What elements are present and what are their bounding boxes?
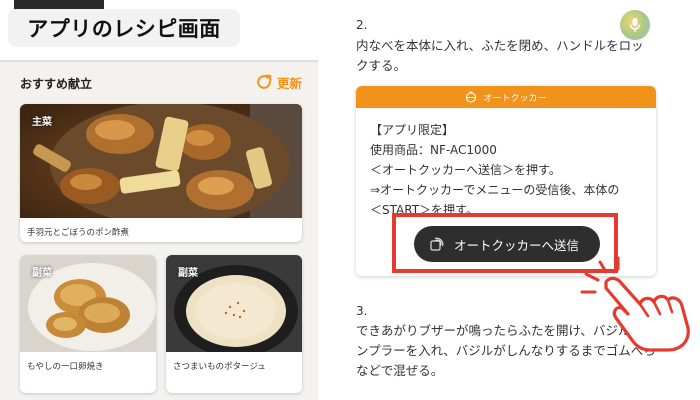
step-number: 3. — [356, 304, 368, 318]
autocooker-header-label: オートクッカー — [483, 93, 547, 104]
dish-photo — [20, 104, 302, 218]
microphone-icon — [629, 18, 641, 32]
section-title: おすすめ献立 — [20, 77, 93, 91]
wireless-send-icon — [430, 237, 444, 251]
dish-name: もやしの一口卵焼き — [27, 362, 104, 372]
refresh-button[interactable]: 更新 — [254, 72, 302, 92]
send-to-autocooker-button[interactable]: オートクッカーへ送信 — [414, 226, 600, 262]
dish-category-tag: 副菜 — [32, 268, 52, 279]
instruction-line: ⇒オートクッカーでメニューの受信後、本体の — [370, 183, 620, 197]
refresh-icon — [257, 74, 272, 89]
recipe-card[interactable]: 副菜 さつまいものポタージュ — [166, 255, 302, 393]
dish-name: 手羽元とごぼうのポン酢煮 — [27, 228, 130, 238]
recommended-menu-header: おすすめ献立 更新 — [0, 68, 318, 98]
tapping-hand-icon — [580, 256, 690, 352]
dish-category-tag: 主菜 — [32, 117, 52, 128]
instruction-line: ＜オートクッカーへ送信＞を押す。 — [370, 163, 561, 177]
divider — [0, 60, 318, 62]
pot-icon — [466, 91, 477, 103]
instruction-line: 使用商品：NF-AC1000 — [370, 143, 497, 157]
step-number: 2. — [356, 18, 368, 32]
autocooker-instructions: 【アプリ限定】 使用商品：NF-AC1000 ＜オートクッカーへ送信＞を押す。 … — [370, 120, 650, 220]
send-button-label: オートクッカーへ送信 — [454, 237, 580, 253]
instruction-line: 【アプリ限定】 — [370, 123, 455, 137]
dish-category-tag: 副菜 — [178, 268, 198, 279]
recipe-steps-panel: 2. 内なべを本体に入れ、ふたを閉め、ハンドルをロックする。 オートクッカー 【… — [318, 0, 700, 400]
autocooker-header: オートクッカー — [356, 86, 656, 108]
recipe-card[interactable]: 主菜 手羽元とごぼうのポン酢煮 — [20, 104, 302, 242]
dish-name: さつまいものポタージュ — [173, 362, 266, 372]
app-recipe-screen: アプリのレシピ画面 おすすめ献立 更新 主菜 手羽元とごぼうのポン酢煮 副菜 も… — [0, 0, 318, 400]
refresh-label: 更新 — [276, 75, 302, 91]
recipe-card[interactable]: 副菜 もやしの一口卵焼き — [20, 255, 156, 393]
screen-caption: アプリのレシピ画面 — [8, 9, 240, 47]
step-text: 内なべを本体に入れ、ふたを閉め、ハンドルをロックする。 — [356, 38, 644, 73]
